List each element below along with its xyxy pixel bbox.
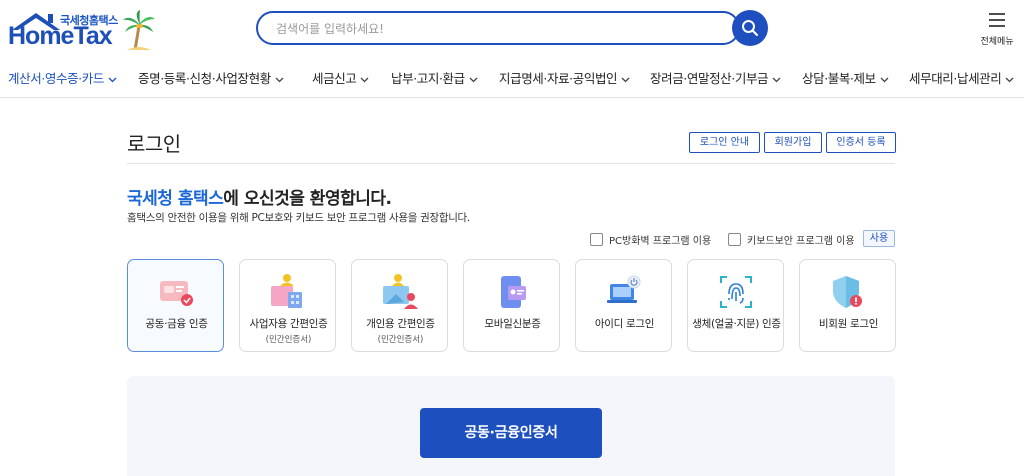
- chevron-down-icon: [772, 77, 781, 82]
- laptop-power-icon: [607, 275, 641, 303]
- search-input[interactable]: [276, 19, 716, 39]
- nav-item-label: 장려금·연말정산·기부금: [650, 71, 769, 86]
- login-card-label: 공동·금융 인증: [145, 318, 208, 330]
- chevron-down-icon: [469, 77, 478, 82]
- nav-item-certificate[interactable]: 증명·등록·신청·사업장현황: [138, 68, 284, 87]
- nav-item-label: 증명·등록·신청·사업장현황: [138, 71, 271, 86]
- login-card-label: 사업자용 간편인증: [249, 318, 328, 330]
- chevron-down-icon: [880, 77, 889, 82]
- login-card-joint-cert[interactable]: 공동·금융 인증: [127, 259, 224, 352]
- login-card-guest[interactable]: 비회원 로그인: [799, 259, 896, 352]
- keyboard-security-option[interactable]: 키보드보안 프로그램 이용: [728, 232, 855, 247]
- shield-icon: [833, 276, 862, 308]
- pc-firewall-label: PC방화벽 프로그램 이용: [609, 236, 712, 247]
- chevron-down-icon: [1005, 77, 1014, 82]
- nav-item-payment[interactable]: 납부·고지·환급: [391, 68, 478, 87]
- palm-tree-icon: [123, 10, 155, 51]
- login-card-business-simple[interactable]: 사업자용 간편인증 (민간인증서): [239, 259, 336, 352]
- nav-item-label: 납부·고지·환급: [391, 71, 465, 86]
- nav-item-label: 계산서·영수증·카드: [8, 71, 104, 86]
- login-card-label: 생체(얼굴·지문) 인증: [692, 318, 781, 330]
- cert-register-button[interactable]: 인증서 등록: [826, 132, 896, 153]
- search-box: [256, 11, 740, 45]
- pc-firewall-option[interactable]: PC방화벽 프로그램 이용: [590, 232, 711, 247]
- login-card-id-login[interactable]: 아이디 로그인: [575, 259, 672, 352]
- nav-item-incentive[interactable]: 장려금·연말정산·기부금: [650, 68, 781, 87]
- title-divider: [127, 163, 895, 164]
- login-card-sublabel: (민간인증서): [377, 335, 424, 345]
- login-card-label: 모바일신분증: [484, 318, 541, 330]
- nav-item-label: 세금신고: [312, 71, 357, 86]
- business-building-icon: [271, 274, 302, 308]
- chevron-down-icon: [108, 77, 117, 82]
- nav-item-invoice[interactable]: 계산서·영수증·카드: [8, 68, 117, 87]
- keyboard-security-checkbox[interactable]: [728, 233, 741, 246]
- security-description: 홈택스의 안전한 이용을 위해 PC보호와 키보드 보안 프로그램 사용을 권장…: [127, 212, 470, 224]
- welcome-heading: 국세청 홈택스에 오신것을 환영합니다.: [127, 184, 392, 209]
- page-title: 로그인: [127, 132, 181, 156]
- search-button[interactable]: [732, 10, 768, 46]
- hamburger-icon: [989, 13, 1005, 27]
- welcome-highlight: 국세청 홈택스: [127, 189, 224, 209]
- mobile-id-icon: [501, 276, 526, 308]
- login-card-label: 아이디 로그인: [594, 318, 655, 330]
- welcome-text: 에 오신것을 환영합니다.: [223, 189, 392, 209]
- header: 국세청홈택스 HomeTax 전체메뉴: [0, 0, 1024, 58]
- chevron-down-icon: [621, 77, 630, 82]
- login-guide-button[interactable]: 로그인 안내: [689, 132, 760, 153]
- chevron-down-icon: [275, 77, 284, 82]
- all-menu-label: 전체메뉴: [980, 37, 1014, 47]
- nav-item-label: 지급명세·자료·공익법인: [499, 71, 618, 86]
- nav-item-label: 세무대리·납세관리: [909, 71, 1002, 86]
- login-card-label: 비회원 로그인: [818, 318, 879, 330]
- use-button[interactable]: 사용: [863, 230, 895, 247]
- nav-item-consult[interactable]: 상담·불복·제보: [802, 68, 889, 87]
- signup-button[interactable]: 회원가입: [764, 132, 822, 153]
- nav-item-tax-report[interactable]: 세금신고: [312, 68, 369, 87]
- personal-user-icon: [383, 274, 418, 309]
- pc-firewall-checkbox[interactable]: [590, 233, 603, 246]
- login-card-sublabel: (민간인증서): [265, 335, 312, 345]
- login-card-biometric[interactable]: 생체(얼굴·지문) 인증: [687, 259, 784, 352]
- chevron-down-icon: [360, 77, 369, 82]
- login-card-personal-simple[interactable]: 개인용 간편인증 (민간인증서): [351, 259, 448, 352]
- search-icon: [742, 20, 759, 37]
- login-card-mobile-id[interactable]: 모바일신분증: [463, 259, 560, 352]
- nav-item-tax-agent[interactable]: 세무대리·납세관리: [909, 68, 1014, 87]
- hometax-logo[interactable]: 국세청홈택스 HomeTax: [8, 8, 158, 52]
- fingerprint-icon: [720, 276, 752, 308]
- logo-main-text: HomeTax: [8, 22, 113, 50]
- login-card-label: 개인용 간편인증: [366, 318, 435, 330]
- all-menu-button[interactable]: 전체메뉴: [976, 10, 1018, 50]
- nav-item-payment-statement[interactable]: 지급명세·자료·공익법인: [499, 68, 630, 87]
- nav-item-label: 상담·불복·제보: [802, 71, 876, 86]
- joint-cert-login-button[interactable]: 공동·금융인증서: [420, 408, 602, 458]
- main-nav: 계산서·영수증·카드 증명·등록·신청·사업장현황 세금신고 납부·고지·환급 …: [0, 58, 1024, 98]
- certificate-card-icon: [160, 281, 193, 306]
- keyboard-security-label: 키보드보안 프로그램 이용: [747, 236, 855, 247]
